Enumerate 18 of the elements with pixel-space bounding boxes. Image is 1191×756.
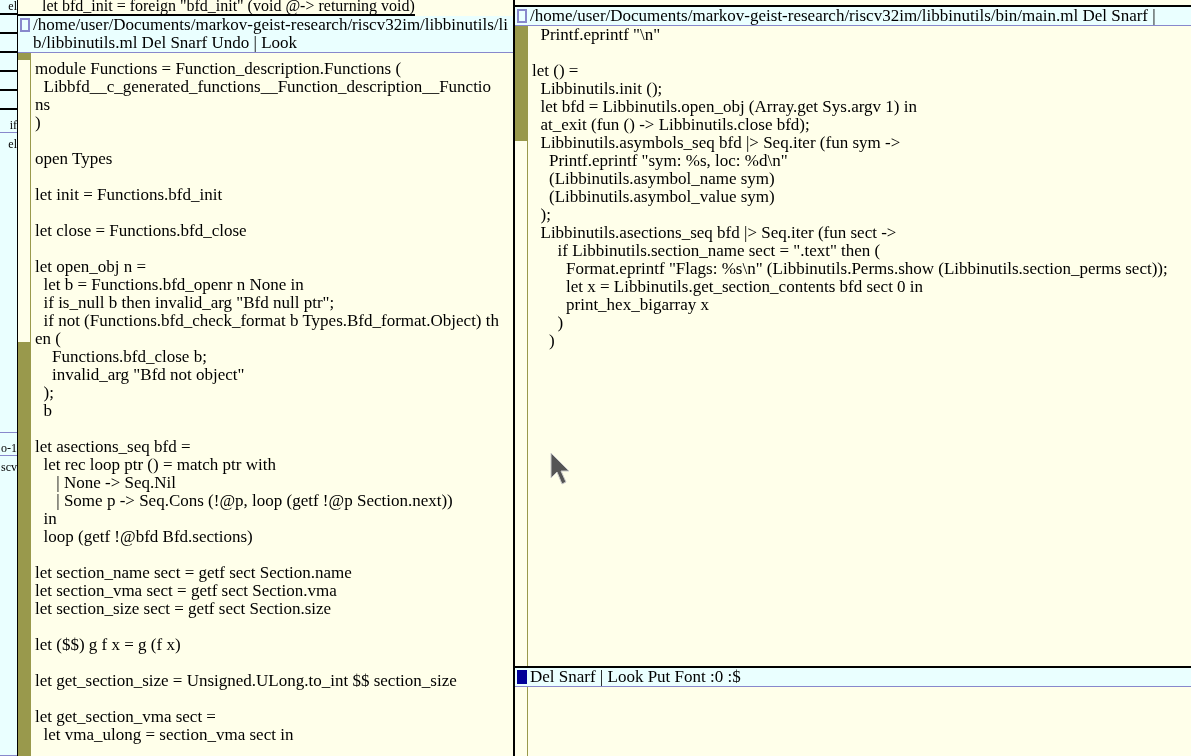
collapsed-window-tag[interactable]	[0, 34, 17, 53]
collapsed-window-tag[interactable]	[0, 72, 17, 91]
window-body: el	[0, 133, 17, 433]
scrollbar[interactable]	[515, 26, 528, 666]
window-handle[interactable]	[517, 9, 527, 23]
window-tag[interactable]: if	[0, 110, 17, 133]
code-text: module Functions = Function_description.Functions ( Libbfd__c_generated_functions__Function_description__Functio ns ) open Types let init = Functions.bfd_init let close = Functions.bfd_close let open_obj n = let b = Functions.bfd_openr n None in if is_null b then invalid_arg "Bfd null ptr"; if not (Functions.bfd_check_format b Types.Bfd_format.Object) th en ( Functions.bfd_close b; invalid_arg "Bfd not object" ); b let asections_seq bfd = let rec loop ptr () = match ptr with | None -> Seq.Nil | Some p -> Seq.Cons (!@p, loop (getf !@p Section.next)) in loop (getf !@bfd Bfd.sections) let section_name sect = getf sect Section.name let section_vma sect = getf sect Section.vma let section_size sect = getf sect Section.size let ($$) g f x = g (f x) let get_section_size = Unsigned.ULong.to_int $$ section_size let get_section_vma sect = let vma_ulong = section_vma sect in	[34, 58, 499, 744]
collapsed-window-tag[interactable]	[0, 91, 17, 110]
collapsed-window-tag[interactable]	[0, 15, 17, 34]
window-body: scv	[0, 456, 17, 756]
window-handle[interactable]	[20, 18, 30, 32]
pointer-icon	[550, 452, 570, 486]
window-tag[interactable]: el	[0, 0, 17, 15]
collapsed-window-tag[interactable]	[0, 53, 17, 72]
scrollbar[interactable]	[18, 53, 31, 756]
code-text: Printf.eprintf "\n" let () = Libbinutils.init (); let bfd = Libbinutils.open_obj (Array.get Sys.argv 1) in at_exit (fun () -> Libbinutils.close bfd); Libbinutils.asymbols_seq bfd |> Seq.iter (fun sym -> Printf.eprintf "sym: %s, loc: %d\n" (Libbinutils.asymbol_name sym) (Libbinutils.asymbol_value sym) ); Libbinutils.asections_seq bfd |> Seq.iter (fun sect -> if Libbinutils.section_name sect = ".text" then ( Format.eprintf "Flags: %s\n" (Libbinutils.Perms.show (Libbinutils.section_perms sect)); let x = Libbinutils.get_section_contents bfd sect 0 in print_hex_bigarray x ) )	[531, 26, 1168, 350]
window-handle[interactable]	[517, 670, 527, 684]
window-tag[interactable]: o-1	[0, 433, 17, 456]
